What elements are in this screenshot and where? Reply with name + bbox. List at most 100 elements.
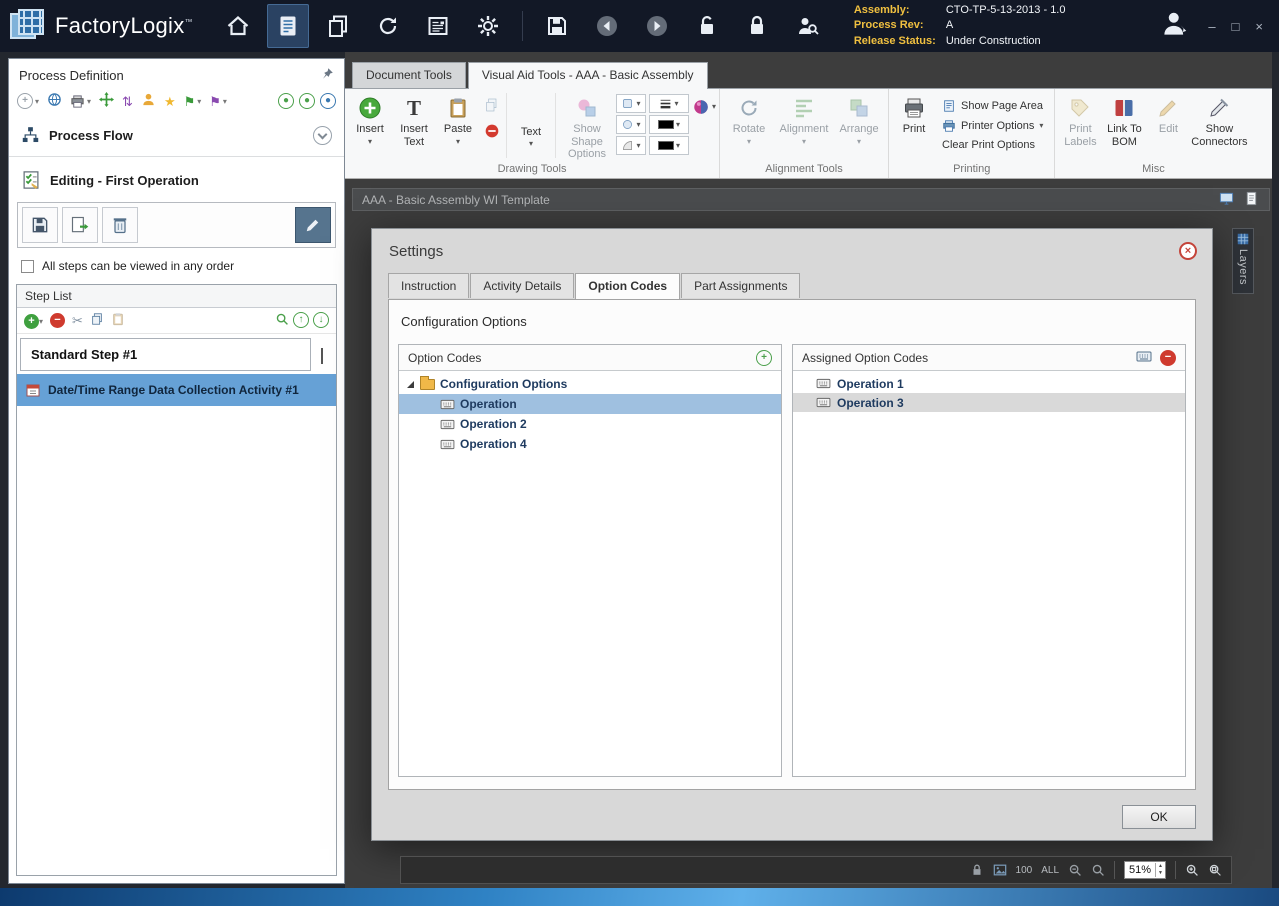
remove-button[interactable]	[484, 123, 500, 144]
line-color-picker[interactable]: ▾	[649, 115, 689, 134]
edit-mode-button[interactable]	[295, 207, 331, 243]
unlock-button[interactable]	[686, 4, 728, 48]
expander-icon[interactable]	[407, 380, 414, 388]
zoom-page-icon[interactable]	[1208, 863, 1222, 877]
documents-button[interactable]	[317, 4, 359, 48]
sync-button[interactable]	[367, 4, 409, 48]
remove-step-button[interactable]: −	[50, 313, 66, 328]
collapse-step-button[interactable]	[317, 347, 333, 364]
tab-instruction[interactable]: Instruction	[388, 273, 470, 298]
release-button[interactable]: ●	[299, 93, 315, 109]
remove-assigned-button[interactable]: −	[1160, 349, 1176, 366]
lock-button[interactable]	[736, 4, 778, 48]
tree-node-configuration-options[interactable]: Configuration Options	[399, 374, 781, 394]
printer-options-button[interactable]: Printer Options ▾	[942, 119, 1043, 133]
zoom-spinner[interactable]: ▲ ▼	[1155, 863, 1165, 877]
save-button[interactable]	[536, 4, 578, 48]
minimize-button[interactable]: –	[1208, 19, 1215, 34]
arc-shape-button[interactable]: ▾	[616, 136, 646, 155]
show-connectors-button[interactable]: Show Connectors	[1190, 90, 1248, 161]
list-item-operation-1[interactable]: Operation 1	[793, 374, 1185, 393]
status-100[interactable]: 100	[1016, 865, 1033, 876]
tree-node-operation-2[interactable]: Operation 2	[399, 414, 781, 434]
import-button[interactable]	[62, 207, 98, 243]
copy-step-button[interactable]	[90, 312, 104, 329]
fill-color-picker[interactable]: ▾	[649, 136, 689, 155]
image-icon[interactable]	[993, 863, 1007, 877]
add-option-code-button[interactable]: +	[756, 349, 772, 366]
find-step-button[interactable]	[275, 312, 289, 329]
process-flow-row[interactable]: Process Flow	[9, 117, 344, 157]
refresh-button[interactable]: ●	[320, 93, 336, 109]
print-button[interactable]: ▾	[70, 94, 91, 109]
add-step-button[interactable]: + ▾	[24, 313, 43, 329]
activity-row-selected[interactable]: Date/Time Range Data Collection Activity…	[17, 374, 336, 406]
star-icon[interactable]: ★	[164, 95, 176, 108]
fit-screen-button[interactable]	[1218, 191, 1235, 209]
forward-button[interactable]	[636, 4, 678, 48]
rectangle-shape-button[interactable]: ▾	[616, 94, 646, 113]
delete-button[interactable]	[102, 207, 138, 243]
list-item-operation-3[interactable]: Operation 3	[793, 393, 1185, 412]
close-button[interactable]: ×	[1255, 19, 1263, 34]
add-icon: +	[17, 93, 33, 109]
person-button[interactable]	[141, 92, 156, 110]
edit-actions-panel	[17, 202, 336, 248]
theme-color-button[interactable]: ▾	[692, 98, 716, 116]
tab-visual-aid-tools[interactable]: Visual Aid Tools - AAA - Basic Assembly	[467, 62, 708, 89]
link-to-bom-button[interactable]: Link To BOM	[1102, 90, 1146, 161]
maximize-button[interactable]: □	[1232, 19, 1240, 34]
user-search-button[interactable]	[786, 4, 828, 48]
settings-button[interactable]	[467, 4, 509, 48]
reports-button[interactable]	[417, 4, 459, 48]
page-view-button[interactable]	[1243, 191, 1260, 209]
tab-activity-details[interactable]: Activity Details	[470, 273, 575, 298]
sync-steps-icon[interactable]: ⇅	[122, 95, 133, 108]
dialog-close-button[interactable]: ×	[1179, 242, 1197, 260]
zoom-level-control[interactable]: 51% ▲ ▼	[1124, 861, 1166, 879]
cut-icon[interactable]: ✂	[72, 314, 83, 327]
paste-button[interactable]: Paste ▾	[436, 90, 480, 161]
plus-icon: +	[761, 351, 767, 363]
tree-node-operation[interactable]: Operation	[399, 394, 781, 414]
show-page-area-button[interactable]: Show Page Area	[942, 99, 1043, 113]
any-order-checkbox[interactable]	[21, 259, 34, 273]
transfer-button[interactable]	[99, 92, 115, 110]
zoom-fit-icon[interactable]	[1091, 863, 1105, 877]
flag-green-button[interactable]: ⚑ ▾	[184, 95, 202, 108]
print-button-ribbon[interactable]: Print	[892, 90, 936, 161]
status-all[interactable]: ALL	[1041, 865, 1059, 876]
ellipse-shape-button[interactable]: ▾	[616, 115, 646, 134]
move-down-button[interactable]: ↓	[313, 312, 329, 328]
process-toolbar: + ▾ ▾ ⇅ ★ ⚑ ▾ ⚑ ▾ ● ● ●	[9, 89, 344, 117]
pin-button[interactable]	[321, 67, 334, 83]
expand-process-flow-button[interactable]	[313, 126, 332, 145]
tab-part-assignments[interactable]: Part Assignments	[681, 273, 801, 298]
step-group-row[interactable]: Standard Step #1	[20, 338, 333, 371]
link-button[interactable]	[47, 92, 62, 110]
page-icon	[1246, 191, 1257, 205]
layers-tab[interactable]: Layers	[1232, 228, 1254, 294]
ok-button[interactable]: OK	[1122, 805, 1196, 829]
run-button[interactable]: ●	[278, 93, 294, 109]
step-group-label[interactable]: Standard Step #1	[20, 338, 311, 371]
home-button[interactable]	[217, 4, 259, 48]
work-instructions-button[interactable]	[266, 4, 309, 48]
save-step-button[interactable]	[22, 207, 58, 243]
assigned-list-button[interactable]	[1136, 350, 1152, 366]
zoom-in-icon[interactable]	[1185, 863, 1199, 877]
text-button[interactable]: Text ▾	[509, 90, 553, 161]
insert-button[interactable]: Insert ▾	[348, 90, 392, 161]
tab-document-tools[interactable]: Document Tools	[352, 62, 466, 88]
insert-text-button[interactable]: T Insert Text	[392, 90, 436, 161]
current-user-button[interactable]	[1160, 9, 1190, 44]
flag-purple-button[interactable]: ⚑ ▾	[209, 95, 227, 108]
move-up-button[interactable]: ↑	[293, 312, 309, 328]
back-button[interactable]	[586, 4, 628, 48]
clear-print-options-button[interactable]: Clear Print Options	[942, 139, 1043, 151]
add-button[interactable]: + ▾	[17, 93, 39, 109]
zoom-out-icon[interactable]	[1068, 863, 1082, 877]
line-weight-button[interactable]: ▾	[649, 94, 689, 113]
tab-option-codes[interactable]: Option Codes	[575, 273, 681, 299]
tree-node-operation-4[interactable]: Operation 4	[399, 434, 781, 454]
